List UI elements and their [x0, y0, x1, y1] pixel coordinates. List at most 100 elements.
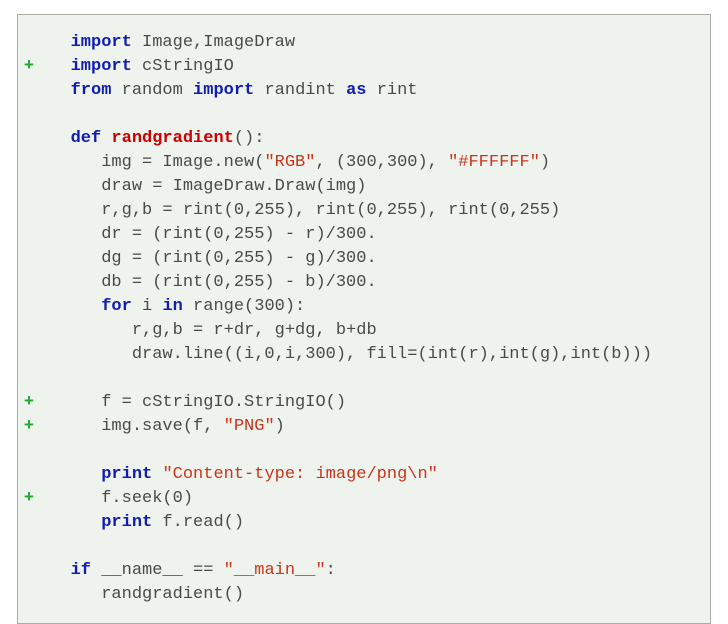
code-content: r,g,b = r+dr, g+dg, b+db — [40, 319, 698, 343]
token-plain: __name__ == — [91, 561, 224, 580]
code-line — [18, 367, 698, 391]
token-str: "PNG" — [224, 417, 275, 436]
code-content: print "Content-type: image/png\n" — [40, 463, 698, 487]
code-content: def randgradient(): — [40, 127, 698, 151]
token-kw: for — [101, 297, 132, 316]
token-plain: dr = (rint(0,255) - r)/300. — [40, 225, 377, 244]
code-content: f = cStringIO.StringIO() — [40, 391, 698, 415]
code-content — [40, 535, 698, 559]
diff-marker — [18, 103, 40, 127]
code-line: draw = ImageDraw.Draw(img) — [18, 175, 698, 199]
code-content: dr = (rint(0,255) - r)/300. — [40, 223, 698, 247]
token-str: "RGB" — [264, 153, 315, 172]
token-kw: def — [71, 129, 102, 148]
code-content: img = Image.new("RGB", (300,300), "#FFFF… — [40, 151, 698, 175]
token-plain: (): — [234, 129, 265, 148]
token-plain — [40, 57, 71, 76]
code-line: import Image,ImageDraw — [18, 31, 698, 55]
code-content: print f.read() — [40, 511, 698, 535]
token-plain: range(300): — [183, 297, 305, 316]
token-plain: ) — [275, 417, 285, 436]
token-plain: rint — [367, 81, 418, 100]
token-plain: , (300,300), — [315, 153, 448, 172]
code-line: r,g,b = r+dr, g+dg, b+db — [18, 319, 698, 343]
token-str: "Content-type: image/png\n" — [162, 465, 437, 484]
code-line: def randgradient(): — [18, 127, 698, 151]
diff-marker — [18, 295, 40, 319]
code-content — [40, 103, 698, 127]
token-plain — [101, 129, 111, 148]
code-content: db = (rint(0,255) - b)/300. — [40, 271, 698, 295]
diff-marker — [18, 223, 40, 247]
code-line: dr = (rint(0,255) - r)/300. — [18, 223, 698, 247]
code-line: print "Content-type: image/png\n" — [18, 463, 698, 487]
token-str: "__main__" — [224, 561, 326, 580]
diff-marker — [18, 535, 40, 559]
code-line — [18, 439, 698, 463]
token-plain: randint — [254, 81, 346, 100]
code-content: draw = ImageDraw.Draw(img) — [40, 175, 698, 199]
token-kw: if — [71, 561, 91, 580]
code-content: img.save(f, "PNG") — [40, 415, 698, 439]
code-line: + f.seek(0) — [18, 487, 698, 511]
code-line: db = (rint(0,255) - b)/300. — [18, 271, 698, 295]
code-line — [18, 535, 698, 559]
token-plain: f = cStringIO.StringIO() — [40, 393, 346, 412]
token-fn: randgradient — [111, 129, 233, 148]
token-plain — [40, 513, 101, 532]
diff-marker — [18, 175, 40, 199]
token-plain: f.read() — [152, 513, 244, 532]
token-plain: : — [326, 561, 336, 580]
token-plain — [152, 465, 162, 484]
diff-marker: + — [18, 391, 40, 415]
diff-marker — [18, 583, 40, 607]
token-plain: Image,ImageDraw — [132, 33, 295, 52]
token-kw: import — [71, 33, 132, 52]
token-plain — [40, 465, 101, 484]
token-plain: r,g,b = r+dr, g+dg, b+db — [40, 321, 377, 340]
code-content: import cStringIO — [40, 55, 698, 79]
token-kw: print — [101, 465, 152, 484]
token-str: "#FFFFFF" — [448, 153, 540, 172]
code-block: import Image,ImageDraw + import cStringIO… — [17, 14, 711, 624]
diff-marker — [18, 79, 40, 103]
code-content: f.seek(0) — [40, 487, 698, 511]
token-plain: db = (rint(0,255) - b)/300. — [40, 273, 377, 292]
token-kw: from — [71, 81, 112, 100]
code-line: dg = (rint(0,255) - g)/300. — [18, 247, 698, 271]
code-line: + f = cStringIO.StringIO() — [18, 391, 698, 415]
token-plain — [40, 561, 71, 580]
token-kw: as — [346, 81, 366, 100]
token-plain: f.seek(0) — [40, 489, 193, 508]
diff-marker — [18, 247, 40, 271]
token-kw: import — [193, 81, 254, 100]
token-plain — [40, 297, 101, 316]
diff-marker: + — [18, 487, 40, 511]
token-plain: draw.line((i,0,i,300), fill=(int(r),int(… — [40, 345, 652, 364]
code-line: print f.read() — [18, 511, 698, 535]
code-content: randgradient() — [40, 583, 698, 607]
diff-marker — [18, 271, 40, 295]
token-kw: in — [162, 297, 182, 316]
code-line: r,g,b = rint(0,255), rint(0,255), rint(0… — [18, 199, 698, 223]
diff-marker — [18, 511, 40, 535]
token-plain: r,g,b = rint(0,255), rint(0,255), rint(0… — [40, 201, 560, 220]
token-plain: randgradient() — [40, 585, 244, 604]
code-content: from random import randint as rint — [40, 79, 698, 103]
code-line: + img.save(f, "PNG") — [18, 415, 698, 439]
token-plain: ) — [540, 153, 550, 172]
diff-marker — [18, 439, 40, 463]
code-content — [40, 439, 698, 463]
diff-marker — [18, 343, 40, 367]
token-plain: img = Image.new( — [40, 153, 264, 172]
code-content: import Image,ImageDraw — [40, 31, 698, 55]
code-line: from random import randint as rint — [18, 79, 698, 103]
token-plain: dg = (rint(0,255) - g)/300. — [40, 249, 377, 268]
diff-marker — [18, 319, 40, 343]
code-content: draw.line((i,0,i,300), fill=(int(r),int(… — [40, 343, 698, 367]
token-plain: random — [111, 81, 193, 100]
code-line — [18, 103, 698, 127]
diff-marker — [18, 127, 40, 151]
code-line: for i in range(300): — [18, 295, 698, 319]
diff-marker — [18, 31, 40, 55]
